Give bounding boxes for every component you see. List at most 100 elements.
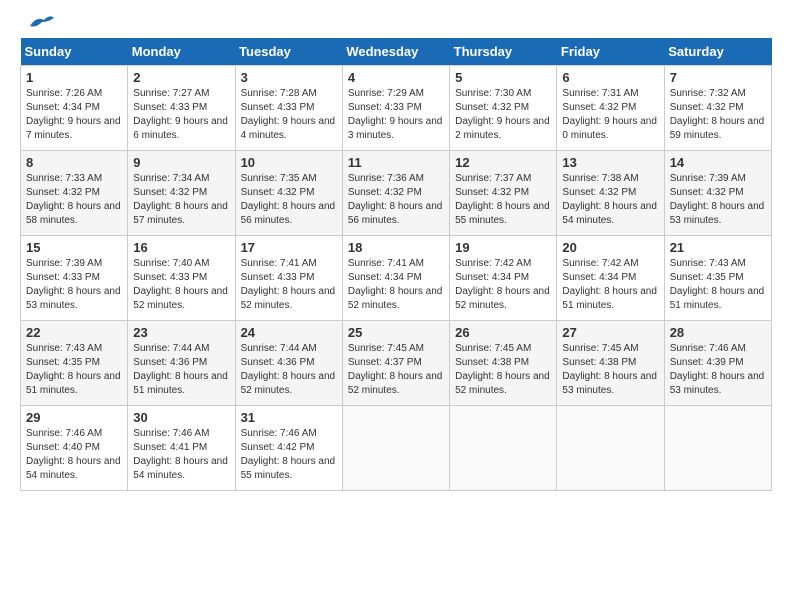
day-info: Sunrise: 7:45 AMSunset: 4:37 PMDaylight:…	[348, 343, 443, 396]
day-cell-17: 17 Sunrise: 7:41 AMSunset: 4:33 PMDaylig…	[235, 236, 342, 321]
day-cell-19: 19 Sunrise: 7:42 AMSunset: 4:34 PMDaylig…	[450, 236, 557, 321]
day-cell-21: 21 Sunrise: 7:43 AMSunset: 4:35 PMDaylig…	[664, 236, 771, 321]
day-info: Sunrise: 7:35 AMSunset: 4:32 PMDaylight:…	[241, 173, 336, 226]
day-cell-15: 15 Sunrise: 7:39 AMSunset: 4:33 PMDaylig…	[21, 236, 128, 321]
column-header-tuesday: Tuesday	[235, 38, 342, 66]
day-info: Sunrise: 7:31 AMSunset: 4:32 PMDaylight:…	[562, 88, 657, 141]
empty-cell	[664, 406, 771, 491]
day-number: 19	[455, 240, 551, 255]
day-number: 9	[133, 155, 229, 170]
day-number: 1	[26, 70, 122, 85]
day-info: Sunrise: 7:44 AMSunset: 4:36 PMDaylight:…	[241, 343, 336, 396]
day-info: Sunrise: 7:40 AMSunset: 4:33 PMDaylight:…	[133, 258, 228, 311]
day-info: Sunrise: 7:32 AMSunset: 4:32 PMDaylight:…	[670, 88, 765, 141]
day-info: Sunrise: 7:26 AMSunset: 4:34 PMDaylight:…	[26, 88, 121, 141]
day-cell-18: 18 Sunrise: 7:41 AMSunset: 4:34 PMDaylig…	[342, 236, 449, 321]
day-cell-24: 24 Sunrise: 7:44 AMSunset: 4:36 PMDaylig…	[235, 321, 342, 406]
empty-cell	[342, 406, 449, 491]
day-cell-8: 8 Sunrise: 7:33 AMSunset: 4:32 PMDayligh…	[21, 151, 128, 236]
week-row-4: 22 Sunrise: 7:43 AMSunset: 4:35 PMDaylig…	[21, 321, 772, 406]
column-header-sunday: Sunday	[21, 38, 128, 66]
day-cell-7: 7 Sunrise: 7:32 AMSunset: 4:32 PMDayligh…	[664, 66, 771, 151]
day-number: 11	[348, 155, 444, 170]
day-number: 14	[670, 155, 766, 170]
day-number: 20	[562, 240, 658, 255]
day-number: 28	[670, 325, 766, 340]
day-info: Sunrise: 7:46 AMSunset: 4:40 PMDaylight:…	[26, 428, 121, 481]
day-info: Sunrise: 7:27 AMSunset: 4:33 PMDaylight:…	[133, 88, 228, 141]
empty-cell	[557, 406, 664, 491]
day-cell-2: 2 Sunrise: 7:27 AMSunset: 4:33 PMDayligh…	[128, 66, 235, 151]
day-number: 23	[133, 325, 229, 340]
week-row-1: 1 Sunrise: 7:26 AMSunset: 4:34 PMDayligh…	[21, 66, 772, 151]
day-number: 10	[241, 155, 337, 170]
day-cell-28: 28 Sunrise: 7:46 AMSunset: 4:39 PMDaylig…	[664, 321, 771, 406]
day-info: Sunrise: 7:28 AMSunset: 4:33 PMDaylight:…	[241, 88, 336, 141]
day-info: Sunrise: 7:41 AMSunset: 4:33 PMDaylight:…	[241, 258, 336, 311]
day-cell-31: 31 Sunrise: 7:46 AMSunset: 4:42 PMDaylig…	[235, 406, 342, 491]
day-cell-1: 1 Sunrise: 7:26 AMSunset: 4:34 PMDayligh…	[21, 66, 128, 151]
day-info: Sunrise: 7:29 AMSunset: 4:33 PMDaylight:…	[348, 88, 443, 141]
calendar-header-row: SundayMondayTuesdayWednesdayThursdayFrid…	[21, 38, 772, 66]
day-info: Sunrise: 7:33 AMSunset: 4:32 PMDaylight:…	[26, 173, 121, 226]
day-number: 18	[348, 240, 444, 255]
day-number: 22	[26, 325, 122, 340]
week-row-2: 8 Sunrise: 7:33 AMSunset: 4:32 PMDayligh…	[21, 151, 772, 236]
day-cell-9: 9 Sunrise: 7:34 AMSunset: 4:32 PMDayligh…	[128, 151, 235, 236]
day-cell-23: 23 Sunrise: 7:44 AMSunset: 4:36 PMDaylig…	[128, 321, 235, 406]
day-cell-25: 25 Sunrise: 7:45 AMSunset: 4:37 PMDaylig…	[342, 321, 449, 406]
day-number: 15	[26, 240, 122, 255]
day-number: 6	[562, 70, 658, 85]
column-header-wednesday: Wednesday	[342, 38, 449, 66]
day-info: Sunrise: 7:46 AMSunset: 4:41 PMDaylight:…	[133, 428, 228, 481]
day-number: 13	[562, 155, 658, 170]
day-info: Sunrise: 7:43 AMSunset: 4:35 PMDaylight:…	[670, 258, 765, 311]
day-number: 5	[455, 70, 551, 85]
day-cell-13: 13 Sunrise: 7:38 AMSunset: 4:32 PMDaylig…	[557, 151, 664, 236]
day-number: 17	[241, 240, 337, 255]
day-info: Sunrise: 7:42 AMSunset: 4:34 PMDaylight:…	[455, 258, 550, 311]
day-cell-14: 14 Sunrise: 7:39 AMSunset: 4:32 PMDaylig…	[664, 151, 771, 236]
day-cell-16: 16 Sunrise: 7:40 AMSunset: 4:33 PMDaylig…	[128, 236, 235, 321]
day-number: 3	[241, 70, 337, 85]
day-cell-29: 29 Sunrise: 7:46 AMSunset: 4:40 PMDaylig…	[21, 406, 128, 491]
day-info: Sunrise: 7:30 AMSunset: 4:32 PMDaylight:…	[455, 88, 550, 141]
day-number: 4	[348, 70, 444, 85]
day-info: Sunrise: 7:45 AMSunset: 4:38 PMDaylight:…	[562, 343, 657, 396]
day-info: Sunrise: 7:34 AMSunset: 4:32 PMDaylight:…	[133, 173, 228, 226]
day-number: 27	[562, 325, 658, 340]
day-number: 25	[348, 325, 444, 340]
day-cell-3: 3 Sunrise: 7:28 AMSunset: 4:33 PMDayligh…	[235, 66, 342, 151]
day-number: 30	[133, 410, 229, 425]
column-header-monday: Monday	[128, 38, 235, 66]
calendar-table: SundayMondayTuesdayWednesdayThursdayFrid…	[20, 38, 772, 491]
day-info: Sunrise: 7:36 AMSunset: 4:32 PMDaylight:…	[348, 173, 443, 226]
week-row-5: 29 Sunrise: 7:46 AMSunset: 4:40 PMDaylig…	[21, 406, 772, 491]
day-cell-26: 26 Sunrise: 7:45 AMSunset: 4:38 PMDaylig…	[450, 321, 557, 406]
day-info: Sunrise: 7:46 AMSunset: 4:42 PMDaylight:…	[241, 428, 336, 481]
day-number: 21	[670, 240, 766, 255]
day-number: 12	[455, 155, 551, 170]
day-number: 26	[455, 325, 551, 340]
column-header-saturday: Saturday	[664, 38, 771, 66]
column-header-thursday: Thursday	[450, 38, 557, 66]
day-cell-6: 6 Sunrise: 7:31 AMSunset: 4:32 PMDayligh…	[557, 66, 664, 151]
column-header-friday: Friday	[557, 38, 664, 66]
page-header	[20, 20, 772, 28]
day-info: Sunrise: 7:37 AMSunset: 4:32 PMDaylight:…	[455, 173, 550, 226]
day-info: Sunrise: 7:46 AMSunset: 4:39 PMDaylight:…	[670, 343, 765, 396]
day-number: 2	[133, 70, 229, 85]
empty-cell	[450, 406, 557, 491]
day-info: Sunrise: 7:39 AMSunset: 4:32 PMDaylight:…	[670, 173, 765, 226]
day-number: 29	[26, 410, 122, 425]
day-number: 8	[26, 155, 122, 170]
day-info: Sunrise: 7:45 AMSunset: 4:38 PMDaylight:…	[455, 343, 550, 396]
day-info: Sunrise: 7:39 AMSunset: 4:33 PMDaylight:…	[26, 258, 121, 311]
day-info: Sunrise: 7:38 AMSunset: 4:32 PMDaylight:…	[562, 173, 657, 226]
day-info: Sunrise: 7:44 AMSunset: 4:36 PMDaylight:…	[133, 343, 228, 396]
day-cell-12: 12 Sunrise: 7:37 AMSunset: 4:32 PMDaylig…	[450, 151, 557, 236]
day-info: Sunrise: 7:42 AMSunset: 4:34 PMDaylight:…	[562, 258, 657, 311]
day-cell-20: 20 Sunrise: 7:42 AMSunset: 4:34 PMDaylig…	[557, 236, 664, 321]
day-info: Sunrise: 7:41 AMSunset: 4:34 PMDaylight:…	[348, 258, 443, 311]
logo-bird-icon	[22, 12, 54, 34]
